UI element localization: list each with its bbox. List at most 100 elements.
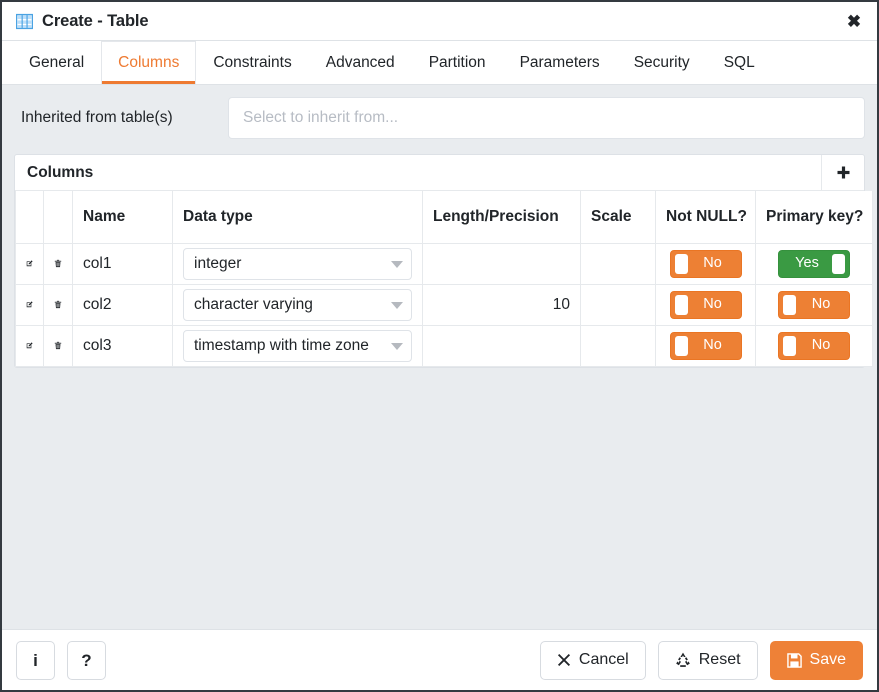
edit-icon[interactable] [26,255,33,272]
toggle-knob [783,294,796,315]
data-type-value: integer [194,254,242,272]
data-type-select[interactable]: character varying [183,288,412,321]
columns-panel-header: Columns [15,155,864,191]
cell-not-null: No [655,324,756,367]
question-icon: ? [81,650,92,670]
grid-header-row: Name Data type Length/Precision Scale No… [15,191,873,244]
row-edit-cell[interactable] [15,242,44,285]
chevron-down-icon [391,301,403,309]
save-button[interactable]: Save [769,640,863,680]
help-button[interactable]: ? [67,640,106,680]
trash-icon[interactable] [54,337,62,354]
tab-partition[interactable]: Partition [412,41,503,84]
cancel-button[interactable]: Cancel [539,640,646,680]
reset-button[interactable]: Reset [657,640,758,680]
inherited-from-row: Inherited from table(s) Select to inheri… [14,97,865,139]
edit-icon-glyph [26,342,33,349]
footer-right-buttons: Cancel Reset Save [539,640,863,680]
row-delete-cell[interactable] [43,242,73,285]
data-type-value: character varying [194,295,313,313]
not-null-toggle[interactable]: No [669,331,742,360]
cell-not-null: No [655,283,756,326]
cell-primary-key: No [755,324,873,367]
cell-primary-key: No [755,283,873,326]
trash-icon[interactable] [54,255,62,272]
cell-scale[interactable] [580,242,656,285]
row-edit-cell[interactable] [15,283,44,326]
toggle-knob [783,335,796,356]
edit-icon[interactable] [26,337,33,354]
cancel-button-label: Cancel [578,651,629,668]
cell-scale[interactable] [580,324,656,367]
cell-length-precision[interactable]: 10 [422,283,581,326]
create-table-dialog: Create - Table ✖ General Columns Constra… [0,0,879,692]
edit-icon-glyph [26,301,33,308]
data-type-select[interactable]: integer [183,247,412,280]
close-x-icon [557,653,571,667]
row-delete-cell[interactable] [43,283,73,326]
chevron-down-icon [391,260,403,268]
edit-icon[interactable] [26,296,33,313]
plus-icon [837,166,849,179]
primary-key-toggle[interactable]: Yes [778,249,850,278]
edit-icon-glyph [26,260,33,267]
save-icon [786,652,802,668]
dialog-title: Create - Table [42,11,149,30]
primary-key-toggle[interactable]: No [778,290,850,319]
tab-advanced[interactable]: Advanced [309,41,412,84]
toggle-knob [674,253,688,274]
chevron-down-icon [391,342,403,350]
trash-icon-glyph [54,300,62,309]
cell-scale[interactable] [580,283,656,326]
trash-icon-glyph [54,341,62,350]
not-null-toggle[interactable]: No [669,290,742,319]
dialog-titlebar: Create - Table ✖ [2,2,877,41]
save-icon-glyph [786,652,802,668]
save-button-label: Save [809,651,846,668]
add-column-button[interactable] [821,155,864,190]
row-edit-cell[interactable] [15,324,44,367]
close-icon[interactable]: ✖ [843,10,865,32]
toggle-knob [832,253,845,274]
toggle-knob [674,294,688,315]
cell-name[interactable]: col2 [72,283,173,326]
table-row: col2 character varying 10 No No [15,283,873,326]
recycle-icon [675,652,691,668]
cell-data-type: integer [172,242,423,285]
columns-grid: Name Data type Length/Precision Scale No… [15,191,873,367]
not-null-toggle[interactable]: No [669,249,742,278]
cell-primary-key: Yes [755,242,873,285]
close-x-icon-glyph [557,653,570,667]
column-header-primary-key: Primary key? [755,191,873,244]
tab-columns[interactable]: Columns [101,41,197,84]
table-row: col1 integer No Yes [15,242,873,285]
column-header-delete [43,191,73,244]
inherited-from-placeholder: Select to inherit from... [243,109,399,126]
trash-icon-glyph [54,259,62,268]
tab-parameters[interactable]: Parameters [503,41,617,84]
info-icon: i [33,650,38,670]
cell-data-type: character varying [172,283,423,326]
tab-general[interactable]: General [12,41,101,84]
toggle-knob [674,335,688,356]
cell-length-precision[interactable] [422,242,581,285]
column-header-length-precision: Length/Precision [422,191,581,244]
footer-left-buttons: i ? [16,640,540,680]
primary-key-toggle[interactable]: No [778,331,850,360]
cell-data-type: timestamp with time zone [172,324,423,367]
cell-name[interactable]: col3 [72,324,173,367]
trash-icon[interactable] [54,296,62,313]
tab-security[interactable]: Security [617,41,707,84]
tab-sql[interactable]: SQL [707,41,772,84]
inherited-from-select[interactable]: Select to inherit from... [228,97,865,139]
cell-length-precision[interactable] [422,324,581,367]
recycle-icon-glyph [675,652,690,667]
row-delete-cell[interactable] [43,324,73,367]
info-button[interactable]: i [16,640,55,680]
cell-name[interactable]: col1 [72,242,173,285]
dialog-footer: i ? Cancel Reset Save [2,629,877,690]
cell-not-null: No [655,242,756,285]
data-type-select[interactable]: timestamp with time zone [183,329,412,362]
tab-constraints[interactable]: Constraints [196,41,308,84]
inherited-from-label: Inherited from table(s) [21,109,173,126]
